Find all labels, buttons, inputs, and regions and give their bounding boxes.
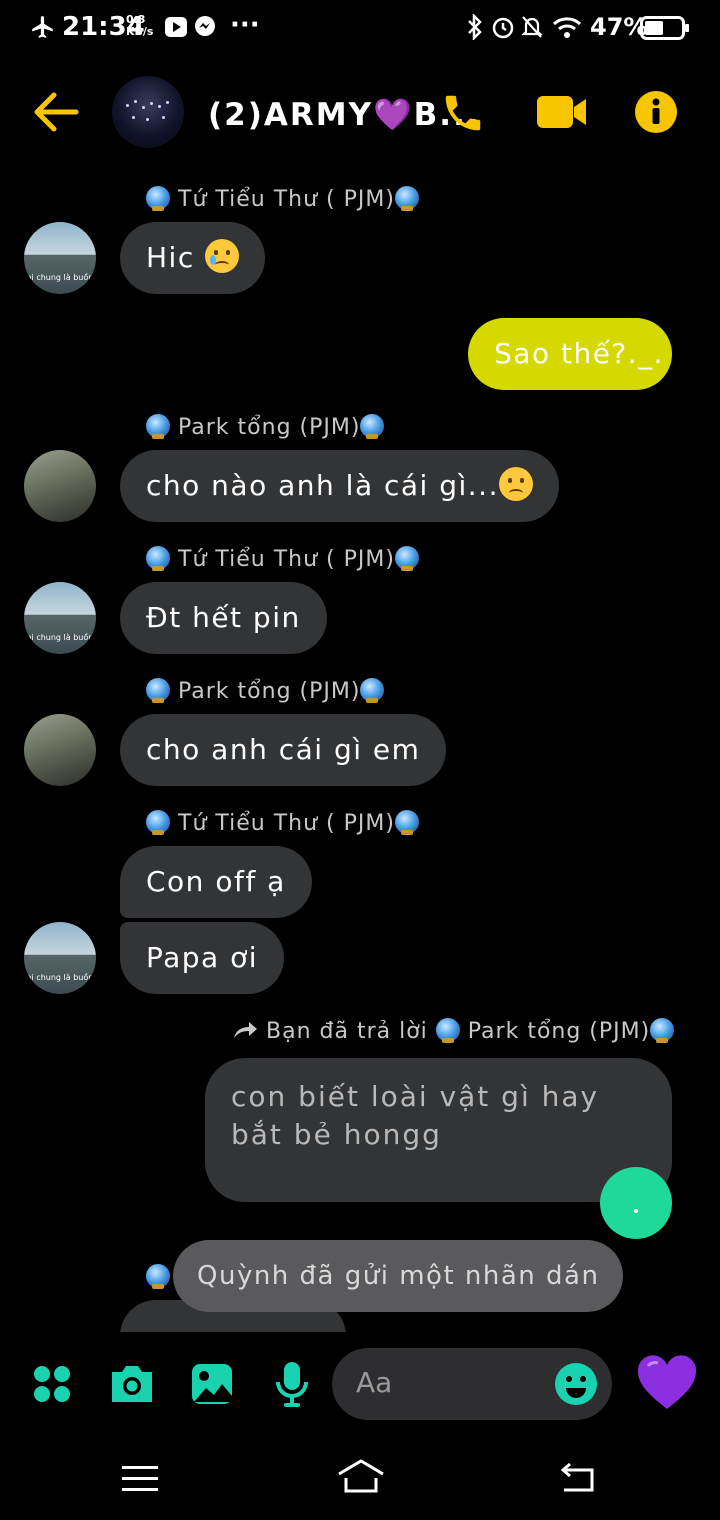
crystal-ball-icon	[146, 1264, 170, 1289]
gallery-icon[interactable]	[190, 1362, 234, 1406]
crystal-ball-icon	[146, 678, 170, 703]
crystal-ball-icon	[394, 546, 419, 571]
sender-name: Tứ Tiểu Thư ( PJM)	[146, 810, 419, 836]
battery-icon	[640, 16, 689, 40]
crystal-ball-icon	[360, 678, 385, 703]
crystal-ball-icon	[435, 1018, 460, 1043]
crystal-ball-icon	[650, 1018, 675, 1043]
chat-header: (2)ARMY💜B...	[0, 56, 720, 168]
avatar[interactable]	[24, 450, 96, 522]
avatar[interactable]	[24, 714, 96, 786]
menu-dots-icon[interactable]	[32, 1364, 72, 1404]
sticker-toast: Quỳnh đã gửi một nhãn dán	[173, 1240, 624, 1312]
sender-name: Tứ Tiểu Thư ( PJM)	[146, 546, 419, 572]
battery-level: 47%	[590, 13, 648, 41]
outgoing-message-bubble[interactable]: con biết loài vật gì hay bắt bẻ hongg	[205, 1058, 672, 1202]
avatar[interactable]: ai chung là buồn	[24, 582, 96, 654]
camera-icon[interactable]	[108, 1362, 156, 1406]
seen-indicator	[600, 1167, 672, 1239]
youtube-icon	[165, 17, 187, 37]
message-bubble[interactable]: Hic	[120, 222, 266, 294]
crystal-ball-icon	[146, 186, 170, 211]
messenger-icon	[195, 16, 215, 36]
reply-indicator: Bạn đã trả lời Park tổng (PJM)	[232, 1018, 675, 1044]
menu-icon[interactable]	[122, 1464, 158, 1494]
status-bar: 21:34 0.3 KB/s ··· 47%	[0, 0, 720, 56]
sender-name: Tứ Tiểu Thư ( PJM)	[146, 186, 419, 212]
crystal-ball-icon	[394, 810, 419, 835]
more-notifications: ···	[230, 10, 260, 40]
crystal-ball-icon	[146, 546, 170, 571]
message-input-placeholder[interactable]: Aa	[356, 1366, 392, 1399]
info-icon[interactable]	[634, 90, 678, 134]
back-arrow-icon[interactable]	[32, 90, 80, 134]
avatar[interactable]: ai chung là buồn	[24, 222, 96, 294]
crying-face-icon	[205, 239, 240, 273]
message-bubble[interactable]: cho anh cái gì em	[120, 714, 447, 786]
crystal-ball-icon	[146, 810, 170, 835]
microphone-icon[interactable]	[274, 1360, 310, 1408]
mute-icon	[521, 16, 543, 38]
sender-name: Park tổng (PJM)	[146, 678, 385, 704]
system-nav-bar	[0, 1440, 720, 1520]
video-icon[interactable]	[536, 94, 588, 130]
message-bubble[interactable]: Papa ơi	[120, 922, 285, 994]
worried-face-icon	[498, 467, 533, 501]
net-speed: 0.3 KB/s	[126, 13, 154, 38]
emoji-icon[interactable]	[554, 1362, 598, 1406]
crystal-ball-icon	[146, 414, 170, 439]
outgoing-message-bubble[interactable]: Sao thế?._.	[468, 318, 672, 390]
alarm-icon	[492, 17, 514, 39]
wifi-icon	[552, 17, 582, 38]
group-avatar[interactable]	[112, 76, 184, 148]
crystal-ball-icon	[360, 414, 385, 439]
message-bubble[interactable]: cho nào anh là cái gì...	[120, 450, 559, 522]
avatar[interactable]: ai chung là buồn	[24, 922, 96, 994]
airplane-icon	[32, 16, 53, 38]
heart-icon[interactable]	[636, 1354, 698, 1412]
message-bubble[interactable]: Đt hết pin	[120, 582, 327, 654]
reply-arrow-icon	[234, 1022, 257, 1038]
bluetooth-icon	[468, 14, 482, 40]
sender-name: Park tổng (PJM)	[146, 414, 385, 440]
phone-icon[interactable]	[440, 90, 486, 136]
message-bubble[interactable]: Con off ạ	[120, 846, 312, 918]
home-icon[interactable]	[336, 1458, 386, 1494]
crystal-ball-icon	[394, 186, 419, 211]
back-icon[interactable]	[560, 1462, 598, 1494]
